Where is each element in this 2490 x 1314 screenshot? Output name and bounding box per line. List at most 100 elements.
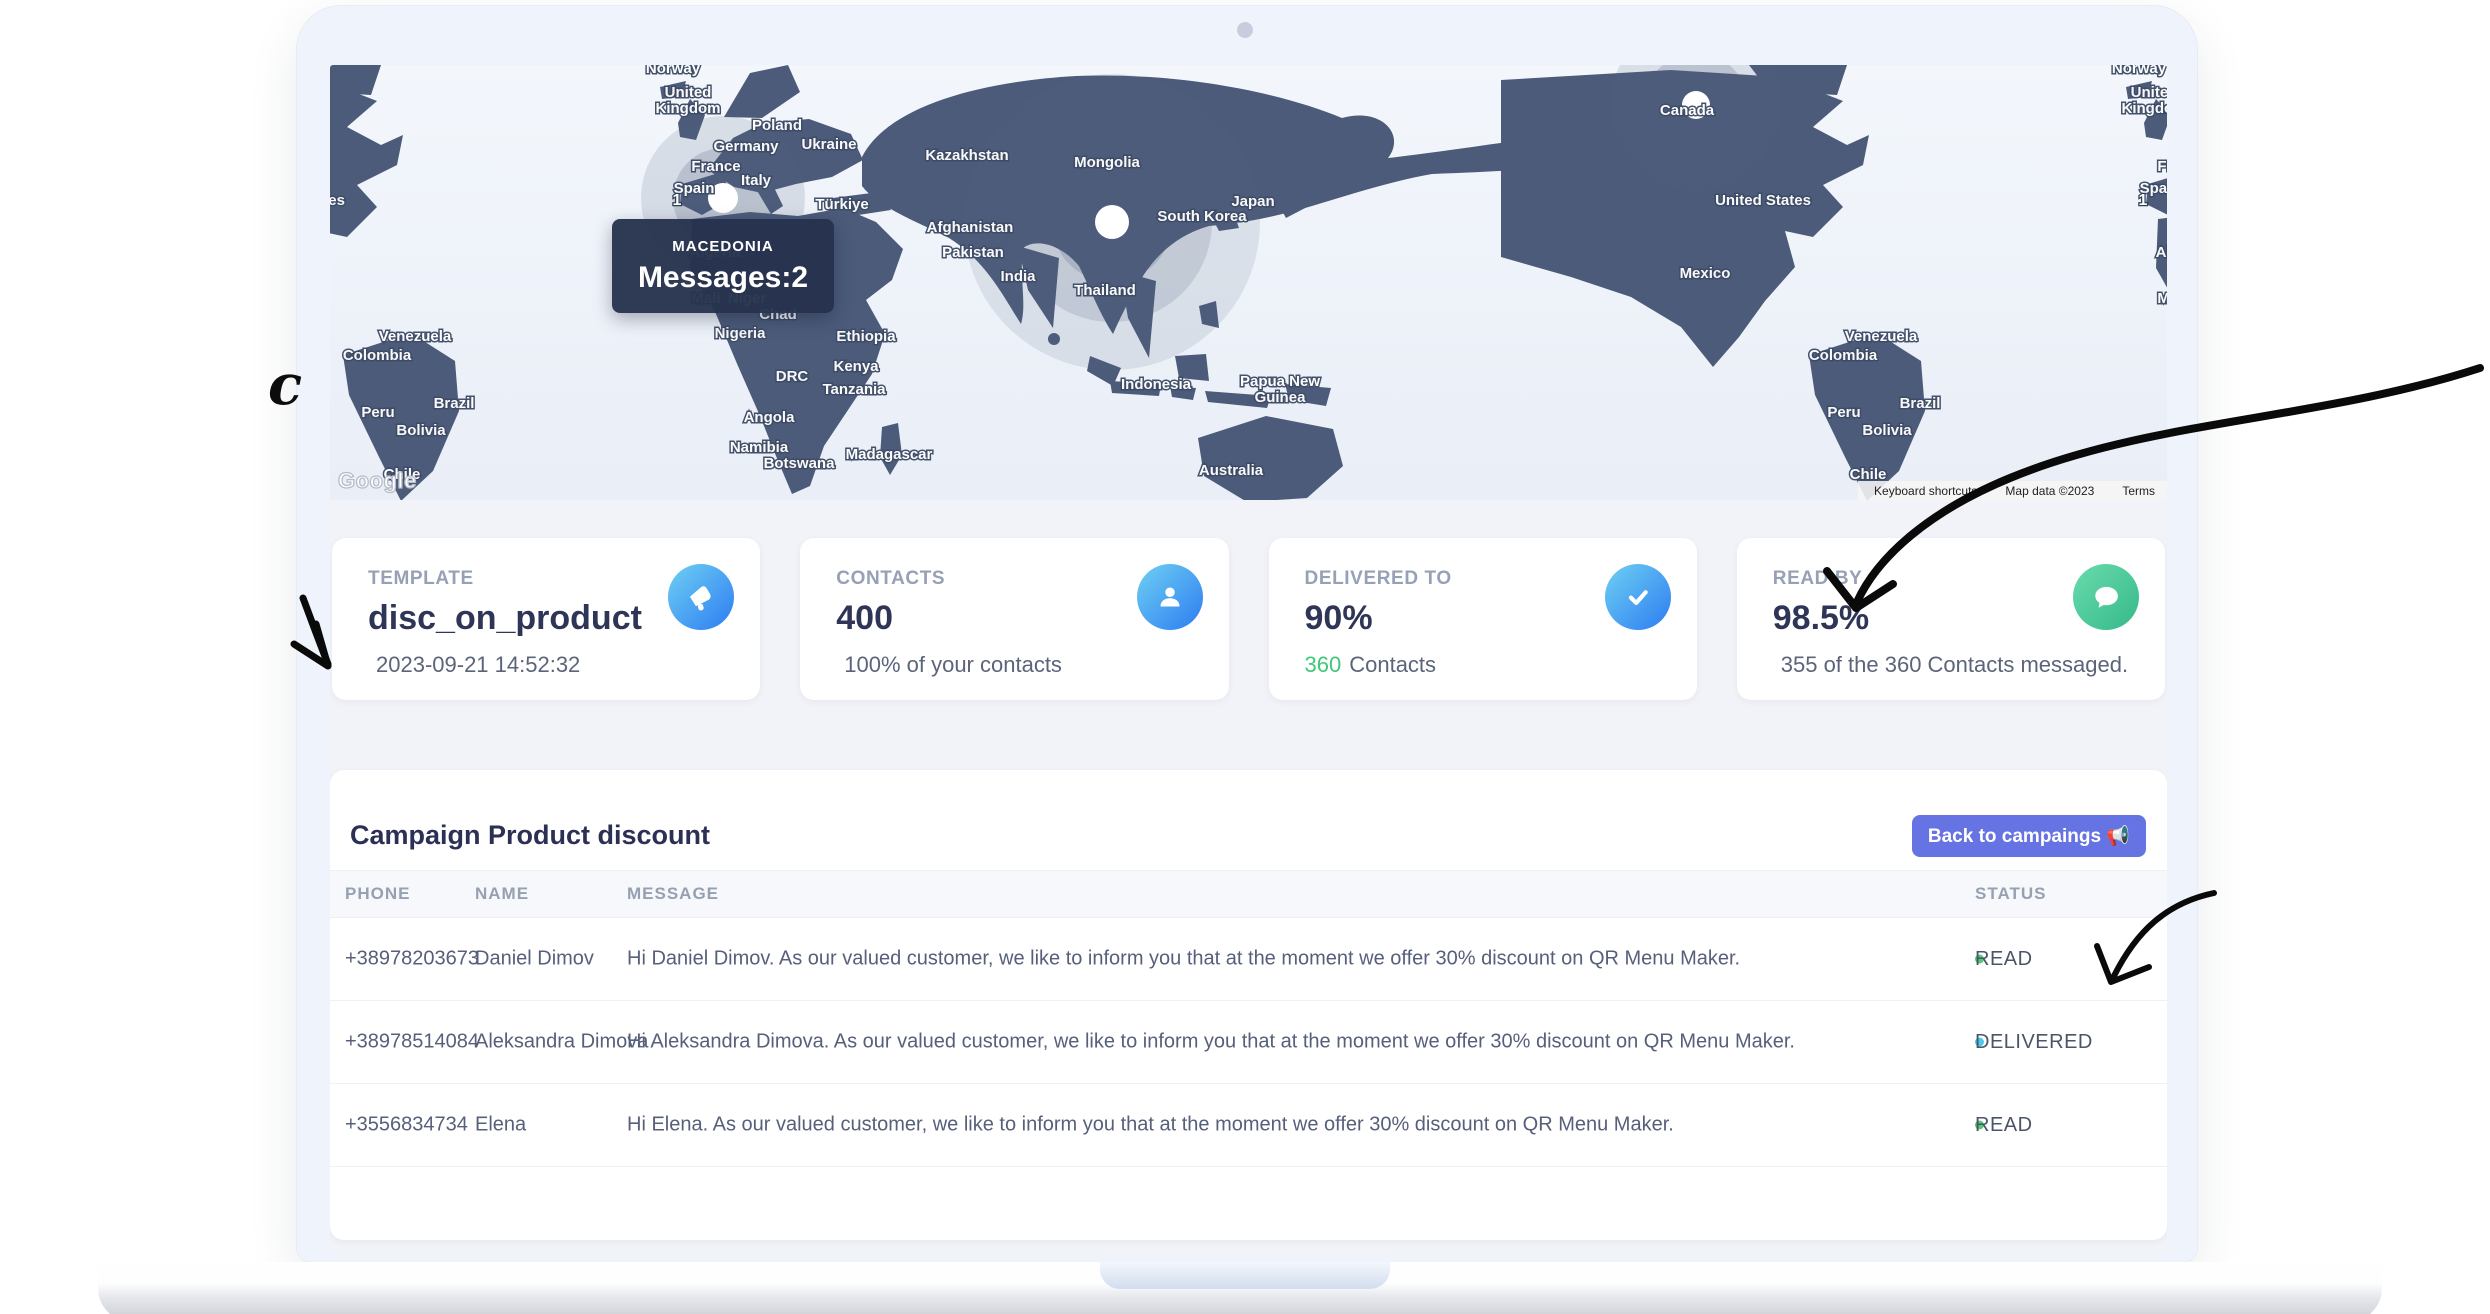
map-tooltip: MACEDONIA Messages:2 xyxy=(612,219,834,313)
table-row: +3556834734 Elena Hi Elena. As our value… xyxy=(330,1084,2167,1167)
card-subtext: 355 of the 360 Contacts messaged. xyxy=(1773,652,2128,678)
svg-text:Algeria: Algeria xyxy=(2156,244,2167,261)
svg-text:Colombia: Colombia xyxy=(1809,347,1878,364)
map-attribution: Keyboard shortcuts Map data ©2023 Terms xyxy=(1858,481,2167,500)
svg-text:Kazakhstan: Kazakhstan xyxy=(925,147,1008,164)
column-phone: PHONE xyxy=(345,884,410,904)
svg-text:Nigeria: Nigeria xyxy=(715,325,767,342)
svg-text:Norway: Norway xyxy=(646,65,701,77)
svg-text:Poland: Poland xyxy=(752,117,802,134)
card-template: TEMPLATE disc_on_product 2023-09-21 14:5… xyxy=(332,538,760,700)
webcam-dot xyxy=(1237,22,1253,38)
cell-name: Elena xyxy=(475,1114,526,1137)
back-to-campaigns-button[interactable]: Back to campaings 📢 xyxy=(1912,815,2146,857)
column-name: NAME xyxy=(475,884,529,904)
panel-header: Campaign Product discount Back to campai… xyxy=(330,770,2167,870)
svg-text:1: 1 xyxy=(2139,192,2148,209)
table-row: +38978514084 Aleksandra Dimova Hi Aleksa… xyxy=(330,1001,2167,1084)
svg-text:Mongolia: Mongolia xyxy=(1074,154,1140,171)
svg-text:Canada: Canada xyxy=(1660,102,1715,119)
svg-text:Venezuela: Venezuela xyxy=(379,328,452,345)
google-logo: Google xyxy=(338,468,417,494)
user-icon xyxy=(1137,564,1203,630)
card-subtext: 2023-09-21 14:52:32 xyxy=(368,652,580,678)
cell-phone: +38978203673 xyxy=(345,948,479,971)
card-sub-text: 100% of your contacts xyxy=(844,652,1062,677)
svg-text:France: France xyxy=(2157,158,2167,175)
svg-text:Madagascar: Madagascar xyxy=(846,446,933,463)
card-contacts: CONTACTS 400 100% of your contacts xyxy=(800,538,1228,700)
svg-text:Peru: Peru xyxy=(361,404,394,421)
card-read: READ BY 98.5% 355 of the 360 Contacts me… xyxy=(1737,538,2165,700)
svg-text:Botswana: Botswana xyxy=(764,455,836,472)
svg-text:Mexico: Mexico xyxy=(1680,265,1731,282)
svg-text:Indonesia: Indonesia xyxy=(1121,376,1192,393)
campaign-panel: Campaign Product discount Back to campai… xyxy=(330,770,2167,1240)
card-subtext: 360Contacts xyxy=(1305,652,1437,678)
status-text: READ xyxy=(1975,948,2033,971)
svg-text:Australia: Australia xyxy=(1199,462,1264,479)
svg-text:Bolivia: Bolivia xyxy=(1862,422,1912,439)
card-sub-text: 2023-09-21 14:52:32 xyxy=(376,652,580,677)
cell-name: Aleksandra Dimova xyxy=(475,1031,648,1054)
svg-text:Kenya: Kenya xyxy=(833,358,879,375)
svg-text:France: France xyxy=(691,158,740,175)
svg-text:Ukraine: Ukraine xyxy=(801,136,856,153)
map-canvas: NorwayUnitedKingdomPolandGermanyUkraineF… xyxy=(330,65,2167,500)
status-text: DELIVERED xyxy=(1975,1031,2093,1054)
handwritten-letter: c xyxy=(268,352,302,418)
svg-text:Brazil: Brazil xyxy=(434,395,475,412)
svg-text:Norway: Norway xyxy=(2112,65,2167,77)
cell-message: Hi Elena. As our valued customer, we lik… xyxy=(627,1114,1674,1137)
svg-text:United States: United States xyxy=(1715,192,1811,209)
table-header: PHONE NAME MESSAGE STATUS xyxy=(330,870,2167,918)
svg-text:Colombia: Colombia xyxy=(343,347,412,364)
card-sub-accent: 360 xyxy=(1305,652,1342,677)
svg-text:Mali: Mali xyxy=(2157,290,2167,307)
keyboard-shortcuts-link[interactable]: Keyboard shortcuts xyxy=(1874,484,1977,498)
svg-text:Italy: Italy xyxy=(741,172,772,189)
svg-text:Bolivia: Bolivia xyxy=(396,422,446,439)
svg-text:Namibia: Namibia xyxy=(730,439,789,456)
column-status: STATUS xyxy=(1975,884,2046,904)
cell-name: Daniel Dimov xyxy=(475,948,594,971)
svg-text:South Korea: South Korea xyxy=(1157,208,1247,225)
svg-text:Thailand: Thailand xyxy=(1074,282,1136,299)
chat-icon xyxy=(2073,564,2139,630)
svg-text:Ethiopia: Ethiopia xyxy=(836,328,896,345)
svg-text:DRC: DRC xyxy=(776,368,809,385)
table-row: +38978203673 Daniel Dimov Hi Daniel Dimo… xyxy=(330,918,2167,1001)
svg-text:United States: United States xyxy=(330,192,345,209)
svg-text:Peru: Peru xyxy=(1827,404,1860,421)
svg-text:Afghanistan: Afghanistan xyxy=(927,219,1014,236)
dashboard: NorwayUnitedKingdomPolandGermanyUkraineF… xyxy=(330,65,2167,1257)
tooltip-messages: Messages:2 xyxy=(638,261,808,295)
laptop-notch xyxy=(1100,1262,1390,1289)
status-text: READ xyxy=(1975,1114,2033,1137)
svg-text:Angola: Angola xyxy=(744,409,795,426)
tooltip-country: MACEDONIA xyxy=(672,238,774,255)
card-subtext: 100% of your contacts xyxy=(836,652,1062,678)
svg-text:UnitedKingdom: UnitedKingdom xyxy=(656,84,721,117)
cell-message: Hi Daniel Dimov. As our valued customer,… xyxy=(627,948,1740,971)
status-badge: READ xyxy=(1975,955,1984,964)
stat-cards: TEMPLATE disc_on_product 2023-09-21 14:5… xyxy=(332,538,2165,700)
page-title: Campaign Product discount xyxy=(350,820,710,851)
cell-phone: +38978514084 xyxy=(345,1031,479,1054)
terms-link[interactable]: Terms xyxy=(2122,484,2155,498)
map-data-copyright: Map data ©2023 xyxy=(2005,484,2094,498)
page: NorwayUnitedKingdomPolandGermanyUkraineF… xyxy=(0,0,2490,1314)
column-message: MESSAGE xyxy=(627,884,719,904)
card-sub-text: 355 of the 360 Contacts messaged. xyxy=(1781,652,2128,677)
svg-text:Venezuela: Venezuela xyxy=(1845,328,1918,345)
card-delivered: DELIVERED TO 90% 360Contacts xyxy=(1269,538,1697,700)
status-badge: READ xyxy=(1975,1121,1984,1130)
svg-text:Türkiye: Türkiye xyxy=(815,196,868,213)
svg-text:1: 1 xyxy=(673,192,682,209)
world-map[interactable]: NorwayUnitedKingdomPolandGermanyUkraineF… xyxy=(330,65,2167,500)
megaphone-icon xyxy=(668,564,734,630)
status-badge: DELIVERED xyxy=(1975,1038,1984,1047)
cell-message: Hi Aleksandra Dimova. As our valued cust… xyxy=(627,1031,1795,1054)
check-icon xyxy=(1605,564,1671,630)
svg-text:Pakistan: Pakistan xyxy=(942,244,1004,261)
